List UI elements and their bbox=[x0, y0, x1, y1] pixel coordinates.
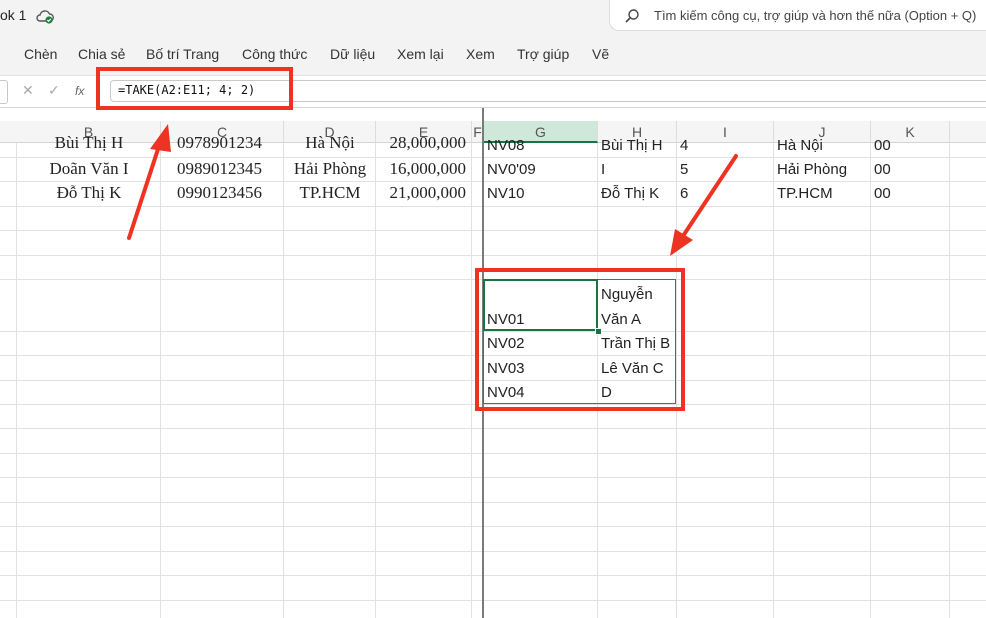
arrow-to-result-head bbox=[670, 229, 693, 256]
arrow-to-formula bbox=[127, 141, 162, 240]
arrow-to-formula-head bbox=[150, 124, 171, 152]
arrow-to-result bbox=[681, 154, 738, 238]
annotation-arrows bbox=[127, 124, 738, 256]
